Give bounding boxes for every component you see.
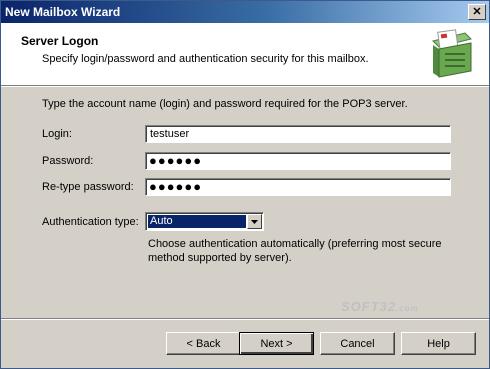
watermark-text: SOFT32 (341, 299, 397, 314)
retype-password-field[interactable]: ●●●●●● (145, 178, 451, 196)
page-subtitle: Specify login/password and authenticatio… (42, 53, 369, 65)
footer-divider (1, 318, 489, 320)
auth-type-selected: Auto (147, 214, 247, 229)
close-button[interactable]: ✕ (468, 4, 486, 20)
password-field[interactable]: ●●●●●● (145, 152, 451, 170)
instruction-text: Type the account name (login) and passwo… (42, 98, 408, 110)
auth-type-select[interactable]: Auto (145, 212, 264, 231)
window-title: New Mailbox Wizard (5, 5, 121, 19)
mailbox-icon (432, 29, 472, 78)
dropdown-arrow-button[interactable] (247, 214, 262, 229)
login-field[interactable]: testuser (145, 125, 451, 143)
watermark-suffix: .com (396, 304, 419, 313)
help-button[interactable]: Help (401, 332, 476, 355)
title-bar[interactable]: New Mailbox Wizard ✕ (1, 1, 489, 23)
wizard-header: Server Logon Specify login/password and … (1, 23, 489, 86)
auth-type-label: Authentication type: (42, 216, 139, 228)
back-button-label: < Back (186, 337, 221, 350)
back-button[interactable]: < Back (166, 332, 241, 355)
wizard-window: New Mailbox Wizard ✕ Server Logon Specif… (0, 0, 490, 369)
cancel-button-label: Cancel (340, 337, 375, 350)
login-label: Login: (42, 128, 72, 140)
header-divider (1, 86, 489, 87)
page-title: Server Logon (21, 34, 99, 48)
next-button-label: Next > (260, 337, 293, 350)
auth-type-description: Choose authentication automatically (pre… (148, 238, 442, 264)
watermark: SOFT32.com (341, 299, 419, 314)
cancel-button[interactable]: Cancel (320, 332, 395, 355)
help-button-label: Help (427, 337, 450, 350)
chevron-down-icon (251, 219, 258, 224)
retype-password-label: Re-type password: (42, 181, 134, 193)
close-icon: ✕ (472, 5, 482, 18)
password-label: Password: (42, 155, 94, 167)
next-button[interactable]: Next > (239, 332, 314, 355)
